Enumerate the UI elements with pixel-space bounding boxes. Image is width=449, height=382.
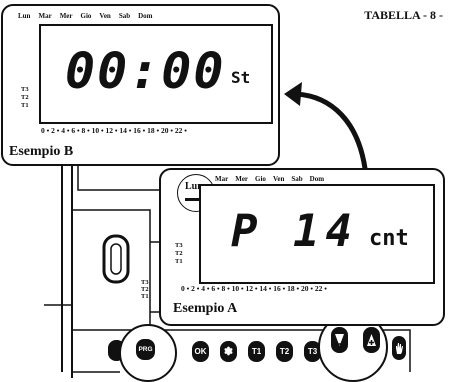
t2-button[interactable]: T2 — [276, 341, 293, 362]
down-arrow-button[interactable] — [331, 327, 348, 353]
day-label: Lun — [18, 12, 31, 20]
day-label: Ven — [272, 175, 285, 183]
day-label: Mer — [235, 175, 249, 183]
day-label: Mar — [215, 175, 229, 183]
hand-icon — [396, 343, 403, 354]
example-a-hours-scale: 0 • 2 • 4 • 6 • 8 • 10 • 12 • 14 • 16 • … — [181, 284, 327, 293]
day-label: Mar — [38, 12, 52, 20]
example-a-caption: Esempio A — [173, 301, 238, 316]
day-label: Sab — [118, 12, 131, 20]
unit-label: St — [231, 68, 251, 87]
day-label: Gio — [80, 12, 92, 20]
example-b-hours-scale: 0 • 2 • 4 • 6 • 8 • 10 • 12 • 14 • 16 • … — [41, 126, 187, 135]
hand-button[interactable] — [392, 336, 406, 360]
day-label: Mer — [59, 12, 73, 20]
arrow-up-icon — [367, 334, 376, 346]
example-b-day-labels: Lun Mar Mer Gio Ven Sab Dom — [18, 12, 153, 20]
example-a-display: P 14 cnt — [199, 184, 435, 284]
time-readout: 00:00 — [65, 42, 226, 100]
example-a-level-labels: T3 T2 T1 — [175, 242, 183, 265]
program-value: 14 — [293, 206, 358, 257]
fan-button[interactable]: ✽ — [220, 341, 237, 362]
t1-button[interactable]: T1 — [248, 341, 265, 362]
example-a-panel: Lun Mar Mer Gio Ven Sab Dom P 14 cnt T3 … — [159, 168, 445, 326]
example-a-day-labels: Mar Mer Gio Ven Sab Dom — [215, 175, 324, 183]
day-label: Ven — [99, 12, 111, 20]
ok-button[interactable]: OK — [192, 341, 209, 362]
example-b-display: 00:00 St — [39, 24, 273, 124]
day-label: Gio — [255, 175, 266, 183]
up-arrow-button[interactable] — [363, 327, 380, 353]
device-level-labels: T3 T2 T1 — [141, 279, 149, 300]
prg-button[interactable]: PRG — [136, 339, 155, 360]
example-b-level-labels: T3 T2 T1 — [21, 86, 29, 109]
program-letter: P — [231, 206, 258, 257]
program-unit: cnt — [369, 226, 409, 251]
day-label: Sab — [291, 175, 303, 183]
example-b-caption: Esempio B — [9, 144, 74, 159]
example-b-panel: Lun Mar Mer Gio Ven Sab Dom 00:00 St T3 … — [1, 4, 280, 166]
day-label: Dom — [309, 175, 325, 183]
arrow-down-icon — [335, 334, 344, 346]
day-label: Dom — [138, 12, 153, 20]
